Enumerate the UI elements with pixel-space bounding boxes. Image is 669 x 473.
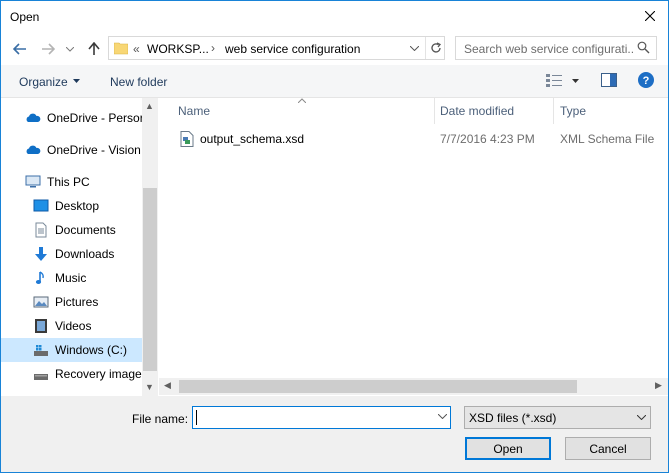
sidebar-item-recovery-image[interactable]: Recovery image bbox=[1, 362, 142, 386]
search-placeholder[interactable]: Search web service configurati... bbox=[464, 42, 634, 56]
sidebar-item-desktop[interactable]: Desktop bbox=[1, 194, 142, 218]
file-type-filter-value: XSD files (*.xsd) bbox=[469, 411, 557, 425]
navigation-scrollbar[interactable]: ▲ ▼ bbox=[142, 98, 158, 396]
sidebar-item-label: Pictures bbox=[55, 295, 99, 309]
sidebar-item-label: Windows (C:) bbox=[55, 343, 128, 357]
cancel-button[interactable]: Cancel bbox=[565, 437, 651, 460]
documents-icon bbox=[35, 222, 47, 238]
sort-ascending-icon bbox=[298, 98, 306, 103]
onedrive-icon bbox=[26, 113, 41, 122]
sidebar-item-label: Videos bbox=[55, 319, 92, 333]
column-divider[interactable] bbox=[553, 98, 554, 124]
file-row[interactable]: output_schema.xsd 7/7/2016 4:23 PM XML S… bbox=[175, 128, 668, 150]
title-bar: Open bbox=[1, 1, 668, 32]
breadcrumb-overflow[interactable]: « bbox=[133, 42, 140, 56]
scroll-right-arrow-icon[interactable]: ▶ bbox=[655, 380, 662, 391]
drive-icon bbox=[34, 345, 48, 356]
scroll-up-arrow-icon[interactable]: ▲ bbox=[145, 101, 154, 111]
dropdown-arrow-icon[interactable] bbox=[73, 79, 80, 83]
file-type-filter[interactable]: XSD files (*.xsd) bbox=[464, 406, 651, 429]
refresh-icon bbox=[430, 42, 441, 53]
file-name: output_schema.xsd bbox=[200, 132, 305, 146]
column-header-date[interactable]: Date modified bbox=[440, 104, 514, 118]
chevron-down-icon bbox=[637, 415, 646, 420]
column-divider[interactable] bbox=[434, 98, 435, 124]
chevron-down-icon bbox=[409, 45, 419, 51]
sidebar-item-documents[interactable]: Documents bbox=[1, 218, 142, 242]
address-dropdown-button[interactable] bbox=[405, 37, 423, 59]
back-arrow-icon bbox=[13, 43, 26, 55]
svg-text:?: ? bbox=[643, 75, 650, 87]
scrollbar-thumb[interactable] bbox=[179, 380, 577, 393]
up-button[interactable] bbox=[85, 40, 103, 58]
sidebar-item-onedrive-vision[interactable]: OneDrive - Vision bbox=[1, 138, 142, 162]
search-box[interactable]: Search web service configurati... bbox=[455, 36, 657, 60]
sidebar-item-pictures[interactable]: Pictures bbox=[1, 290, 142, 314]
new-folder-button[interactable]: New folder bbox=[110, 75, 167, 89]
forward-button[interactable] bbox=[39, 40, 57, 58]
breadcrumb-item[interactable]: web service configuration bbox=[225, 42, 360, 56]
text-caret bbox=[196, 410, 197, 425]
pictures-icon bbox=[33, 296, 49, 308]
breadcrumb-item[interactable]: WORKSP... bbox=[147, 42, 209, 56]
onedrive-icon bbox=[26, 145, 41, 154]
up-arrow-icon bbox=[88, 42, 100, 55]
downloads-icon bbox=[35, 247, 47, 261]
chevron-down-icon[interactable] bbox=[438, 414, 447, 419]
sidebar-item-videos[interactable]: Videos bbox=[1, 314, 142, 338]
sidebar-item-label: OneDrive - Vision bbox=[47, 143, 141, 157]
refresh-button[interactable] bbox=[425, 37, 445, 59]
xsd-file-icon bbox=[180, 131, 194, 147]
view-options-arrow-icon[interactable] bbox=[572, 79, 579, 83]
sidebar-item-label: Desktop bbox=[55, 199, 100, 213]
close-button[interactable] bbox=[638, 5, 662, 27]
scrollbar-thumb[interactable] bbox=[143, 188, 157, 371]
chevron-down-icon bbox=[66, 46, 74, 52]
computer-icon bbox=[25, 175, 41, 188]
file-date: 7/7/2016 4:23 PM bbox=[440, 132, 535, 146]
navigation-pane: OneDrive - Persor OneDrive - Vision This… bbox=[1, 98, 158, 396]
sidebar-item-onedrive-personal[interactable]: OneDrive - Persor bbox=[1, 106, 142, 130]
search-icon[interactable] bbox=[637, 41, 650, 54]
recent-locations-button[interactable] bbox=[63, 40, 77, 58]
file-type: XML Schema File bbox=[560, 132, 655, 146]
window-title: Open bbox=[10, 10, 40, 24]
sidebar-item-label: OneDrive - Persor bbox=[47, 111, 142, 125]
sidebar-item-label: Music bbox=[55, 271, 87, 285]
address-bar[interactable]: « WORKSP... › web service configuration bbox=[108, 36, 445, 60]
folder-icon bbox=[114, 42, 128, 55]
scroll-left-arrow-icon[interactable]: ◀ bbox=[164, 380, 171, 391]
music-icon bbox=[35, 271, 44, 284]
sidebar-item-this-pc[interactable]: This PC bbox=[1, 170, 142, 194]
forward-arrow-icon bbox=[42, 43, 55, 55]
scroll-down-arrow-icon[interactable]: ▼ bbox=[145, 382, 154, 392]
sidebar-item-windows-c[interactable]: Windows (C:) bbox=[1, 338, 142, 362]
command-bar: Organize New folder ? bbox=[1, 65, 668, 98]
help-icon[interactable]: ? bbox=[638, 72, 654, 88]
file-name-field[interactable] bbox=[192, 406, 451, 429]
open-button[interactable]: Open bbox=[465, 437, 551, 460]
sidebar-item-music[interactable]: Music bbox=[1, 266, 142, 290]
breadcrumb-chevron-icon[interactable]: › bbox=[211, 41, 215, 55]
back-button[interactable] bbox=[11, 40, 29, 58]
drive-icon bbox=[34, 374, 48, 380]
desktop-icon bbox=[33, 199, 49, 212]
sidebar-item-downloads[interactable]: Downloads bbox=[1, 242, 142, 266]
file-name-label: File name: bbox=[132, 412, 189, 426]
view-details-icon[interactable] bbox=[546, 73, 564, 87]
horizontal-scrollbar[interactable]: ◀ ▶ bbox=[159, 378, 668, 395]
close-icon bbox=[645, 11, 655, 21]
sidebar-item-label: Recovery image bbox=[55, 367, 142, 381]
videos-icon bbox=[35, 319, 47, 333]
column-header-type[interactable]: Type bbox=[560, 104, 586, 118]
sidebar-item-label: Downloads bbox=[55, 247, 115, 261]
column-header-name[interactable]: Name bbox=[178, 104, 210, 118]
sidebar-item-label: Documents bbox=[55, 223, 116, 237]
open-dialog: Open « WORKSP... › web service configura… bbox=[0, 0, 669, 473]
dialog-footer: File name: XSD files (*.xsd) Open Cancel bbox=[1, 396, 668, 472]
sidebar-item-label: This PC bbox=[47, 175, 90, 189]
file-list: Name Date modified Type output_schema.xs… bbox=[159, 98, 668, 396]
organize-button[interactable]: Organize bbox=[19, 75, 68, 89]
preview-pane-icon[interactable] bbox=[601, 73, 617, 87]
